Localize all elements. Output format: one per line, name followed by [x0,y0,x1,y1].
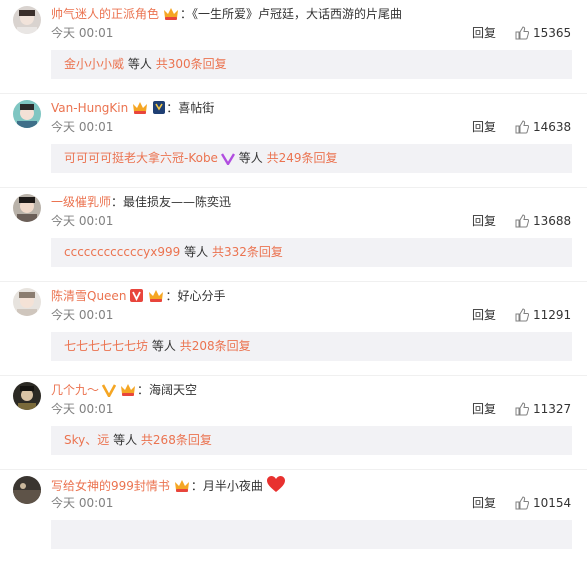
avatar[interactable] [13,382,41,410]
thumbs-up-icon [515,26,530,40]
reply-button[interactable]: 回复 [472,24,496,42]
comment-item: Van-HungKin ：喜帖街 今天 00:01 回复 14638 可可可可挺老… [0,94,587,188]
comment-time: 今天 00:01 [51,120,114,134]
comment-time: 今天 00:01 [51,308,114,322]
avatar[interactable] [13,6,41,34]
avatar[interactable] [13,476,41,504]
sub-replies-bar[interactable]: Sky、远 等人 共268条回复 [51,426,572,455]
username-link[interactable]: Van-HungKin [51,101,128,115]
comment-text: 好心分手 [177,289,226,303]
username-link[interactable]: 写给女神的999封情书 [51,479,170,493]
avatar[interactable] [13,100,41,128]
comment-item: 帅气迷人的正派角色 ：《一生所爱》卢冠廷，大话西游的片尾曲 今天 00:01 回复… [0,0,587,94]
sub-reply-users[interactable]: 金小小小威 [64,57,124,71]
purple-v-icon [220,147,235,176]
crown-vip-icon [119,382,137,402]
comment-text: 《一生所爱》卢冠廷，大话西游的片尾曲 [192,7,403,21]
like-count: 13688 [533,214,572,228]
crown-vip-icon [147,288,165,308]
crown-vip-icon [162,6,180,26]
crown-vip-icon [131,100,149,120]
reply-button[interactable]: 回复 [472,118,496,136]
like-button[interactable]: 15365 [515,24,571,42]
sub-reply-total-link[interactable]: 共300条回复 [156,57,227,71]
comment-time: 今天 00:01 [51,496,114,510]
thumbs-up-icon [515,496,530,510]
fan-badge-icon [152,100,166,120]
avatar[interactable] [13,288,41,316]
comment-list: 帅气迷人的正派角色 ：《一生所爱》卢冠廷，大话西游的片尾曲 今天 00:01 回复… [0,0,587,564]
thumbs-up-icon [515,402,530,416]
like-count: 14638 [533,120,572,134]
sub-reply-total-link[interactable]: 共268条回复 [141,433,212,447]
like-button[interactable]: 13688 [515,212,571,230]
sub-reply-total-link[interactable]: 共208条回复 [180,339,251,353]
sub-replies-bar[interactable] [51,520,572,549]
like-button[interactable]: 11327 [515,400,571,418]
comment-item: 一级催乳师：最佳损友——陈奕迅 今天 00:01 回复 13688 cccccc… [0,188,587,282]
reply-button[interactable]: 回复 [472,494,496,512]
comment-item: 写给女神的999封情书 ：月半小夜曲 今天 00:01 回复 10154 [0,470,587,564]
sub-reply-total-link[interactable]: 共249条回复 [267,151,338,165]
comment-time: 今天 00:01 [51,214,114,228]
sub-reply-users[interactable]: 可可可可挺老大拿六冠-Kobe [64,151,218,165]
username-link[interactable]: 几个九～ [51,383,99,397]
heart-emoji-icon [266,475,286,498]
like-count: 15365 [533,26,572,40]
like-count: 11291 [533,308,572,322]
sub-reply-users[interactable]: ccccccccccccyx999 [64,245,180,259]
like-count: 10154 [533,496,572,510]
reply-button[interactable]: 回复 [472,400,496,418]
sub-reply-total-link[interactable]: 共332条回复 [212,245,283,259]
thumbs-up-icon [515,120,530,134]
like-button[interactable]: 10154 [515,494,571,512]
comment-text: 最佳损友——陈奕迅 [123,195,232,209]
comment-time: 今天 00:01 [51,26,114,40]
sub-replies-bar[interactable]: ccccccccccccyx999 等人 共332条回复 [51,238,572,267]
avatar[interactable] [13,194,41,222]
like-button[interactable]: 14638 [515,118,571,136]
like-count: 11327 [533,402,572,416]
sub-replies-bar[interactable]: 七七七七七七坊 等人 共208条回复 [51,332,572,361]
comment-item: 陈清雪Queen ：好心分手 今天 00:01 回复 11291 七七七七七七坊 … [0,282,587,376]
sub-replies-bar[interactable]: 可可可可挺老大拿六冠-Kobe 等人 共249条回复 [51,144,572,173]
username-link[interactable]: 帅气迷人的正派角色 [51,7,159,21]
username-link[interactable]: 一级催乳师 [51,195,111,209]
comment-text: 月半小夜曲 [202,479,263,493]
comment-time: 今天 00:01 [51,402,114,416]
reply-button[interactable]: 回复 [472,306,496,324]
sub-reply-users[interactable]: Sky、远 [64,433,109,447]
comment-text: 海阔天空 [149,383,198,397]
verified-v-icon [129,288,144,308]
thumbs-up-icon [515,308,530,322]
like-button[interactable]: 11291 [515,306,571,324]
comment-item: 几个九～ ：海阔天空 今天 00:01 回复 11327 Sky、远 等人 共26… [0,376,587,470]
sub-reply-users[interactable]: 七七七七七七坊 [64,339,148,353]
crown-vip-icon [173,478,191,498]
reply-button[interactable]: 回复 [472,212,496,230]
username-link[interactable]: 陈清雪Queen [51,289,126,303]
thumbs-up-icon [515,214,530,228]
sub-replies-bar[interactable]: 金小小小威 等人 共300条回复 [51,50,572,79]
comment-text: 喜帖街 [178,101,215,115]
